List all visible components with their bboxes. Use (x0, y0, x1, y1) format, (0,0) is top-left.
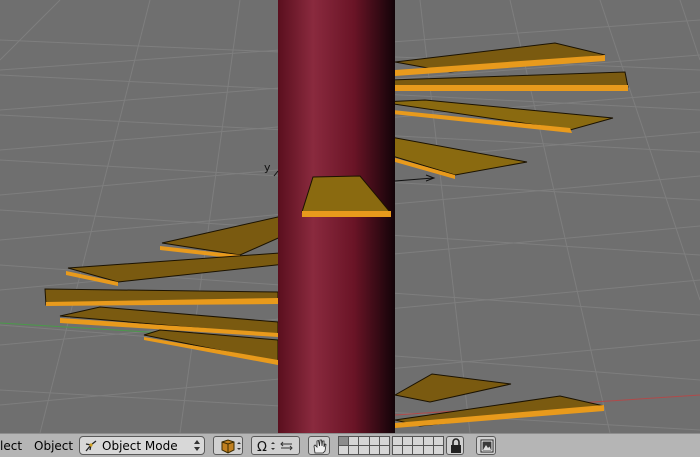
solid-cube-icon (221, 439, 241, 454)
layer-18[interactable] (413, 446, 423, 454)
layer-buttons-group-1[interactable] (338, 436, 390, 455)
layer-10[interactable] (433, 437, 443, 445)
hand-button[interactable] (308, 436, 330, 455)
svg-text:Ω: Ω (257, 440, 267, 455)
lock-layers-button[interactable] (446, 436, 464, 455)
lock-icon (451, 438, 461, 453)
object-mode-icon (85, 440, 97, 452)
layer-3[interactable] (359, 437, 369, 445)
layer-9[interactable] (423, 437, 433, 445)
layer-2[interactable] (349, 437, 359, 445)
mode-label: Object Mode (102, 439, 178, 453)
render-image-icon (480, 439, 494, 453)
layer-1[interactable] (339, 437, 349, 445)
layer-7[interactable] (403, 437, 413, 445)
draw-type-button[interactable] (213, 436, 243, 455)
layer-12[interactable] (349, 446, 359, 454)
select-menu[interactable]: lect (0, 439, 22, 453)
updown-arrows-icon (194, 440, 200, 451)
layer-buttons-group-2[interactable] (392, 436, 444, 455)
layer-11[interactable] (339, 446, 349, 454)
hand-icon (313, 439, 327, 454)
render-button[interactable] (476, 436, 496, 455)
layer-14[interactable] (369, 446, 379, 454)
layer-5[interactable] (379, 437, 389, 445)
layer-13[interactable] (359, 446, 369, 454)
axis-y-label: y (264, 161, 271, 174)
omega-rotate-icon: Ω (257, 440, 293, 455)
mode-select[interactable]: Object Mode (79, 436, 205, 455)
layer-15[interactable] (379, 446, 389, 454)
layer-17[interactable] (403, 446, 413, 454)
layer-8[interactable] (413, 437, 423, 445)
3d-viewport[interactable]: y (0, 0, 700, 433)
layer-20[interactable] (433, 446, 443, 454)
transform-manipulator-buttons[interactable]: Ω (251, 436, 300, 455)
3d-view-header: lect Object Object Mode Ω (0, 433, 700, 457)
viewport-scene: y (0, 0, 700, 433)
layer-4[interactable] (369, 437, 379, 445)
layer-19[interactable] (423, 446, 433, 454)
object-menu[interactable]: Object (34, 439, 73, 453)
step-group-bottom-right[interactable] (393, 373, 605, 428)
layer-16[interactable] (393, 446, 403, 454)
layer-6[interactable] (393, 437, 403, 445)
